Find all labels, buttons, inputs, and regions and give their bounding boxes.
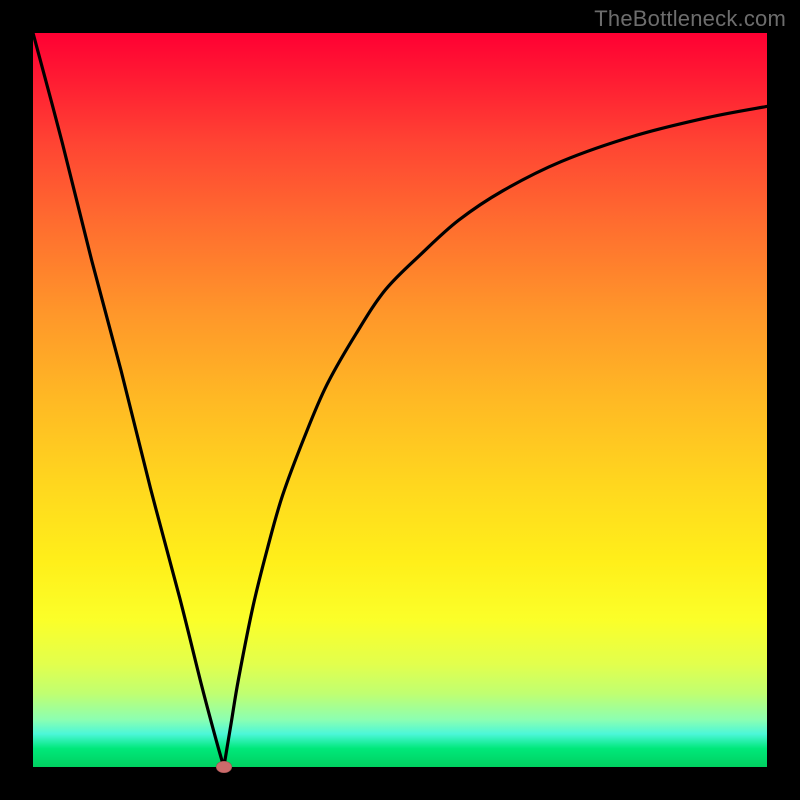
plot-area xyxy=(33,33,767,767)
curve-svg xyxy=(33,33,767,767)
watermark-text: TheBottleneck.com xyxy=(594,6,786,32)
bottleneck-curve xyxy=(33,33,767,767)
outer-frame: TheBottleneck.com xyxy=(0,0,800,800)
min-point-marker xyxy=(216,761,232,773)
